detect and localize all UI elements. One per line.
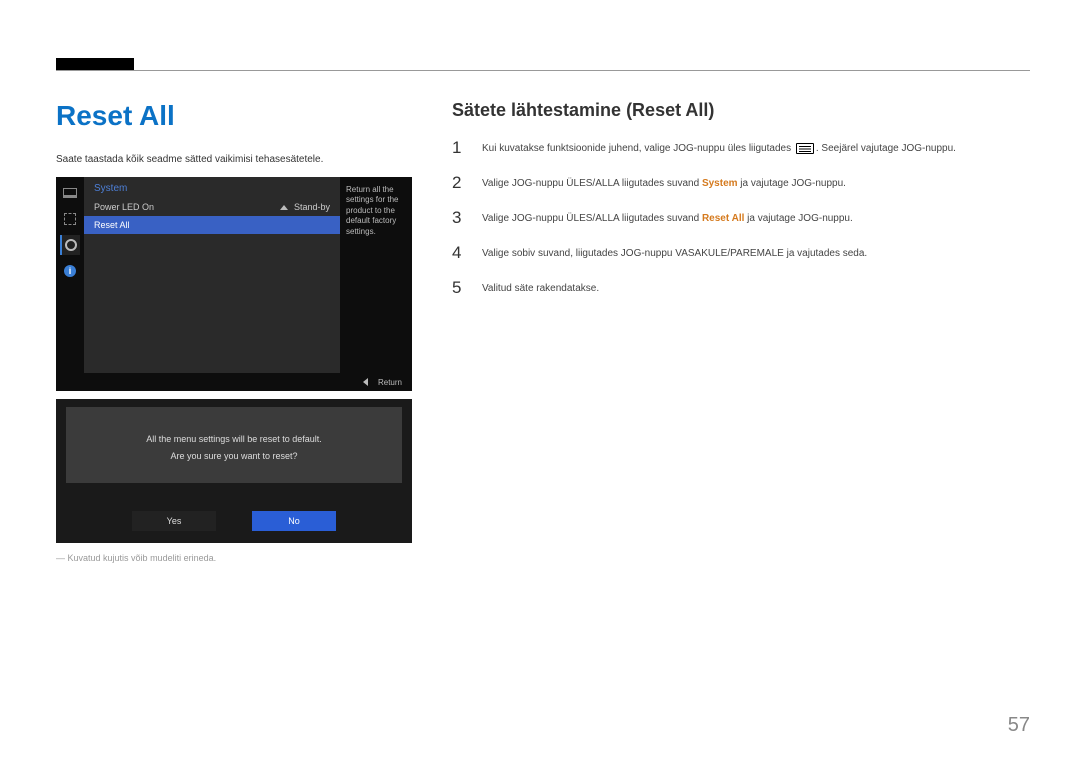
osd-row-label: Power LED On: [94, 202, 154, 212]
step-number: 2: [452, 174, 464, 191]
osd-main-panel: System Power LED On Stand-by Reset All: [84, 177, 340, 391]
step-number: 4: [452, 244, 464, 261]
osd-footer-return: Return: [378, 378, 402, 387]
chevron-left-icon: [363, 378, 368, 386]
no-button: No: [252, 511, 336, 531]
picture-icon: [60, 209, 80, 229]
osd-row-label: Reset All: [94, 220, 130, 230]
confirm-line2: Are you sure you want to reset?: [76, 448, 392, 465]
image-caption: ― Kuvatud kujutis võib mudeliti erineda.: [56, 553, 412, 563]
confirm-dialog-screenshot: All the menu settings will be reset to d…: [56, 399, 412, 543]
confirm-buttons: Yes No: [56, 511, 412, 531]
step-text: Valitud säte rakendatakse.: [482, 279, 599, 296]
monitor-icon: [60, 183, 80, 203]
step-4: 4 Valige sobiv suvand, liigutades JOG-nu…: [452, 244, 1030, 261]
page-number: 57: [1008, 714, 1030, 737]
confirm-body: All the menu settings will be reset to d…: [66, 407, 402, 483]
osd-help-panel: Return all the settings for the product …: [340, 177, 412, 391]
osd-menu-screenshot: i System Power LED On Stand-by Reset All: [56, 177, 412, 391]
yes-button: Yes: [132, 511, 216, 531]
osd-row-value: Stand-by: [294, 202, 330, 212]
header-marker: [56, 58, 134, 70]
main-title: Reset All: [56, 100, 412, 132]
gear-icon: [60, 235, 80, 255]
step-number: 1: [452, 139, 464, 156]
step-2: 2 Valige JOG-nuppu ÜLES/ALLA liigutades …: [452, 174, 1030, 191]
step-number: 3: [452, 209, 464, 226]
confirm-line1: All the menu settings will be reset to d…: [76, 431, 392, 448]
step-text: Valige JOG-nuppu ÜLES/ALLA liigutades su…: [482, 209, 853, 226]
chevron-up-icon: [280, 205, 288, 210]
main-description: Saate taastada kõik seadme sätted vaikim…: [56, 154, 412, 165]
osd-row-reset-all: Reset All: [84, 216, 340, 234]
step-3: 3 Valige JOG-nuppu ÜLES/ALLA liigutades …: [452, 209, 1030, 226]
step-5: 5 Valitud säte rakendatakse.: [452, 279, 1030, 296]
section-title: Sätete lähtestamine (Reset All): [452, 100, 1030, 121]
osd-footer: Return: [56, 373, 412, 391]
osd-panel-title: System: [84, 177, 340, 198]
step-text: Valige JOG-nuppu ÜLES/ALLA liigutades su…: [482, 174, 846, 191]
steps-list: 1 Kui kuvatakse funktsioonide juhend, va…: [452, 139, 1030, 314]
header-rule: [56, 70, 1030, 71]
osd-sidebar: i: [56, 177, 84, 391]
info-icon: i: [60, 261, 80, 281]
step-1: 1 Kui kuvatakse funktsioonide juhend, va…: [452, 139, 1030, 156]
step-text: Valige sobiv suvand, liigutades JOG-nupp…: [482, 244, 867, 261]
right-column: Sätete lähtestamine (Reset All) 1 Kui ku…: [452, 100, 1030, 563]
step-number: 5: [452, 279, 464, 296]
menu-icon: [796, 143, 814, 154]
step-text: Kui kuvatakse funktsioonide juhend, vali…: [482, 139, 956, 156]
osd-row-power-led: Power LED On Stand-by: [84, 198, 340, 216]
left-column: Reset All Saate taastada kõik seadme sät…: [56, 100, 412, 563]
